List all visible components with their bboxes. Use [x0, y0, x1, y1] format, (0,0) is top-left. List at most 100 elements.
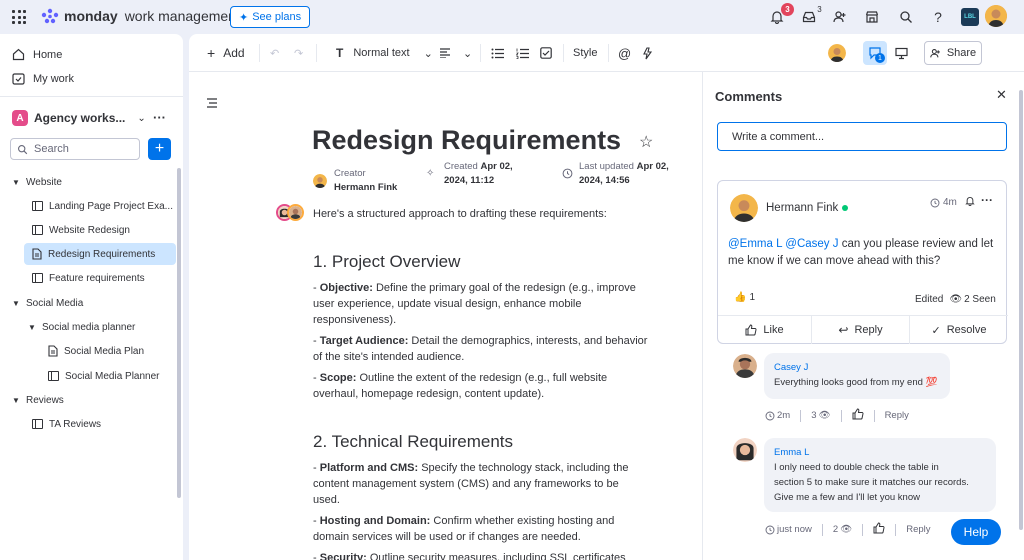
more-options-icon[interactable]: ··· [981, 193, 993, 207]
section-heading[interactable]: 1. Project Overview [313, 252, 460, 272]
thumbs-up-icon[interactable] [873, 522, 885, 537]
text-style-label: Normal text [353, 47, 410, 59]
online-status-dot [842, 205, 849, 211]
share-button[interactable]: Share [924, 41, 982, 65]
tree-item-landing-page[interactable]: Landing Page Project Exa... [24, 195, 176, 217]
seen-count: 2 Seen [964, 294, 996, 305]
doc-intro-text[interactable]: Here's a structured approach to drafting… [313, 206, 658, 222]
comment-input[interactable]: Write a comment... [717, 122, 1007, 151]
doc-paragraph[interactable]: - Scope: Outline the extent of the redes… [313, 370, 658, 402]
reply-author-name[interactable]: Casey J [774, 360, 940, 375]
section-heading[interactable]: 2. Technical Requirements [313, 432, 513, 452]
sparkle-icon: ✦ [239, 11, 249, 24]
sidebar-item-home[interactable]: Home [12, 48, 62, 61]
like-label: Like [763, 324, 784, 336]
doc-paragraph[interactable]: - Objective: Define the primary goal of … [313, 280, 658, 328]
ai-assistant-icon[interactable] [641, 44, 654, 62]
thumbs-up-icon[interactable] [852, 408, 864, 423]
reply-text: Give me a few and I'll let you know [774, 492, 920, 503]
eye-icon: 👁 [840, 524, 853, 535]
sidebar-item-my-work[interactable]: My work [12, 72, 74, 85]
doc-paragraph[interactable]: - Security: Outline security measures, i… [313, 550, 658, 560]
help-button[interactable]: Help [951, 519, 1001, 545]
close-icon[interactable]: ✕ [996, 87, 1007, 103]
comments-toggle-button[interactable]: 1 [863, 41, 887, 65]
doc-paragraph[interactable]: - Hosting and Domain: Confirm whether ex… [313, 513, 658, 545]
reaction-like[interactable]: 👍 1 [734, 292, 755, 303]
workspace-more-icon[interactable]: ··· [153, 110, 166, 125]
collaborator-avatar[interactable] [828, 44, 846, 62]
reply-author-name[interactable]: Emma L [774, 445, 986, 460]
reply-link[interactable]: Reply [906, 524, 930, 535]
reply-link[interactable]: Reply [885, 410, 909, 421]
add-block-button[interactable]: + Add [207, 44, 245, 62]
plus-icon: + [207, 45, 216, 61]
user-avatar[interactable] [985, 5, 1007, 27]
doc-paragraph[interactable]: - Target Audience: Detail the demographi… [313, 333, 658, 365]
account-logo[interactable]: LBL [961, 8, 979, 26]
sidebar-scrollbar[interactable] [177, 168, 181, 498]
marketplace-icon[interactable] [863, 8, 881, 26]
redo-icon[interactable]: ↷ [294, 44, 303, 62]
workspace-selector[interactable]: A Agency works... ⌄ [12, 110, 146, 126]
reply-text: section 5 to make sure it matches our re… [774, 477, 969, 488]
star-favorite-icon[interactable]: ☆ [639, 132, 653, 152]
doc-paragraph[interactable]: - Platform and CMS: Specify the technolo… [313, 460, 658, 508]
numbered-list-icon[interactable] [516, 44, 529, 62]
reply-button[interactable]: ↩ Reply [812, 316, 909, 344]
reply-label: Reply [854, 324, 883, 336]
reply-time: 2m [777, 410, 791, 421]
tree-item-website-redesign[interactable]: Website Redesign [24, 219, 176, 241]
see-plans-button[interactable]: ✦ See plans [230, 6, 311, 28]
align-dropdown[interactable]: ⌄ [439, 44, 472, 62]
created-date: Apr 02, [480, 161, 513, 172]
resolve-button[interactable]: ✓ Resolve [910, 316, 1008, 344]
tree-item-ta-reviews[interactable]: TA Reviews [24, 413, 176, 435]
search-icon[interactable] [897, 8, 915, 26]
block-collaborators-avatars[interactable] [276, 204, 306, 222]
bell-icon[interactable] [965, 196, 975, 209]
undo-icon[interactable]: ↶ [270, 44, 279, 62]
tree-item-feature-requirements[interactable]: Feature requirements [24, 267, 176, 289]
tree-item-social-media-planner[interactable]: Social Media Planner [40, 365, 176, 387]
mention-casey[interactable]: @Casey J [785, 238, 838, 250]
table-of-contents-icon[interactable] [206, 98, 218, 111]
reply-author-avatar [733, 354, 757, 378]
reply-views: 2 [832, 524, 839, 535]
invite-members-icon[interactable] [831, 8, 849, 26]
comments-panel: Comments ✕ Write a comment... Hermann Fi… [702, 72, 1024, 560]
board-icon [48, 371, 59, 381]
bulleted-list-icon[interactable] [491, 44, 504, 62]
created-time: 2024, 11:12 [444, 175, 495, 186]
style-button[interactable]: Style [573, 44, 597, 62]
text-style-dropdown[interactable]: T Normal text ⌄ [336, 44, 433, 62]
mention-icon[interactable]: @ [618, 44, 631, 62]
text-line: content management system (CMS) and any … [313, 478, 619, 490]
tree-item-social-media-plan[interactable]: Social Media Plan [40, 340, 176, 362]
checklist-icon[interactable] [540, 44, 552, 62]
tree-folder-social-media[interactable]: ▼ Social Media [12, 292, 83, 314]
doc-title[interactable]: Redesign Requirements [312, 125, 621, 156]
add-item-button[interactable]: + [148, 138, 171, 160]
comment-author[interactable]: Hermann Fink [766, 202, 849, 214]
thumbs-up-icon [745, 324, 757, 336]
like-button[interactable]: Like [718, 316, 811, 344]
bold-label: Platform and CMS: [319, 462, 419, 474]
see-plans-label: See plans [252, 11, 302, 23]
tree-folder-website[interactable]: ▼ Website [12, 171, 62, 193]
tree-folder-reviews[interactable]: ▼ Reviews [12, 389, 64, 411]
mention-emma[interactable]: @Emma L [728, 238, 782, 250]
bold-label: Target Audience: [319, 335, 409, 347]
bold-label: Objective: [319, 282, 373, 294]
sidebar-search-input[interactable]: Search [10, 138, 140, 160]
tree-item-redesign-requirements[interactable]: Redesign Requirements [24, 243, 176, 265]
app-logo[interactable]: monday work management [40, 8, 240, 24]
updated-date: Apr 02, [636, 161, 669, 172]
help-question-icon[interactable]: ? [929, 8, 947, 26]
apps-grid-icon[interactable] [12, 10, 26, 24]
tree-folder-social-media-planner[interactable]: ▼ Social media planner [28, 316, 135, 338]
comments-scrollbar[interactable] [1019, 90, 1023, 530]
presentation-icon[interactable] [895, 44, 908, 62]
caret-down-icon: ▼ [12, 395, 20, 405]
user-avatar-icon [289, 206, 302, 219]
